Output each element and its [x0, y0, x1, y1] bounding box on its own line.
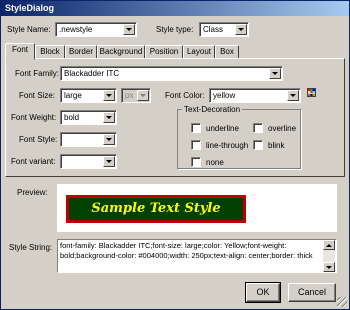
font-variant-select[interactable]	[60, 154, 117, 169]
tab-background[interactable]: Background	[97, 45, 145, 59]
style-type-select[interactable]: Class	[199, 22, 249, 37]
cancel-button[interactable]: Cancel	[288, 283, 336, 302]
blink-checkbox[interactable]	[253, 140, 263, 150]
style-string-scrollbar[interactable]	[323, 240, 335, 272]
tab-layout[interactable]: Layout	[183, 45, 215, 59]
scroll-down-icon[interactable]	[323, 262, 335, 272]
font-style-select[interactable]	[60, 132, 117, 147]
tab-font[interactable]: Font	[5, 43, 35, 60]
style-type-value: Class	[203, 25, 224, 34]
font-weight-label: Font Weight:	[11, 113, 57, 122]
font-color-value: yellow	[213, 91, 236, 100]
font-color-label: Font Color:	[165, 91, 205, 100]
style-dialog-window: StyleDialog Style Name: .newstyle Style …	[0, 0, 350, 310]
none-checkbox[interactable]	[191, 157, 201, 167]
chevron-down-icon[interactable]	[103, 134, 115, 145]
font-variant-label: Font variant:	[11, 157, 56, 166]
font-family-select[interactable]: Blackadder ITC	[60, 66, 283, 81]
style-name-value: .newstyle	[59, 25, 93, 34]
style-string-label: Style String:	[9, 243, 53, 252]
chevron-down-icon[interactable]	[269, 68, 281, 79]
ok-button[interactable]: OK	[245, 282, 281, 303]
resize-grip-icon[interactable]	[337, 297, 347, 307]
style-name-label: Style Name:	[7, 25, 51, 34]
text-decoration-label: Text-Decoration	[182, 104, 243, 115]
style-name-select[interactable]: .newstyle	[55, 22, 137, 37]
font-size-value: large	[64, 91, 82, 100]
font-family-label: Font Family:	[15, 69, 60, 78]
chevron-down-icon[interactable]	[123, 24, 135, 35]
style-type-label: Style type:	[156, 25, 194, 34]
tab-border[interactable]: Border	[65, 45, 97, 59]
font-size-unit-value: px	[125, 91, 134, 100]
font-family-value: Blackadder ITC	[64, 69, 120, 78]
none-label: none	[206, 158, 224, 167]
underline-label: underline	[206, 124, 239, 133]
font-size-label: Font Size:	[19, 91, 56, 100]
overline-checkbox[interactable]	[253, 123, 263, 133]
chevron-down-icon[interactable]	[137, 90, 149, 101]
chevron-down-icon[interactable]	[103, 112, 115, 123]
font-color-select[interactable]: yellow	[209, 88, 301, 103]
font-weight-value: bold	[64, 113, 80, 122]
chevron-down-icon[interactable]	[287, 90, 299, 101]
font-style-label: Font Style:	[19, 135, 58, 144]
tab-block[interactable]: Block	[35, 45, 65, 59]
chevron-down-icon[interactable]	[103, 90, 115, 101]
font-size-unit-select[interactable]: px	[121, 88, 151, 103]
line-through-label: line-through	[206, 141, 249, 150]
font-weight-select[interactable]: bold	[60, 110, 117, 125]
overline-label: overline	[268, 124, 297, 133]
color-palette-icon[interactable]	[307, 88, 316, 97]
tab-box[interactable]: Box	[215, 45, 239, 59]
chevron-down-icon[interactable]	[103, 156, 115, 167]
blink-label: blink	[268, 141, 285, 150]
preview-sample-text: Sample Text Style	[66, 195, 246, 223]
tab-position[interactable]: Position	[145, 45, 183, 59]
line-through-checkbox[interactable]	[191, 140, 201, 150]
style-string-textarea[interactable]: font-family: Blackadder ITC;font-size: l…	[57, 239, 337, 273]
preview-label: Preview:	[17, 188, 48, 197]
font-size-select[interactable]: large	[60, 88, 117, 103]
scroll-up-icon[interactable]	[323, 240, 335, 250]
underline-checkbox[interactable]	[191, 123, 201, 133]
chevron-down-icon[interactable]	[235, 24, 247, 35]
window-title: StyleDialog	[1, 1, 349, 16]
